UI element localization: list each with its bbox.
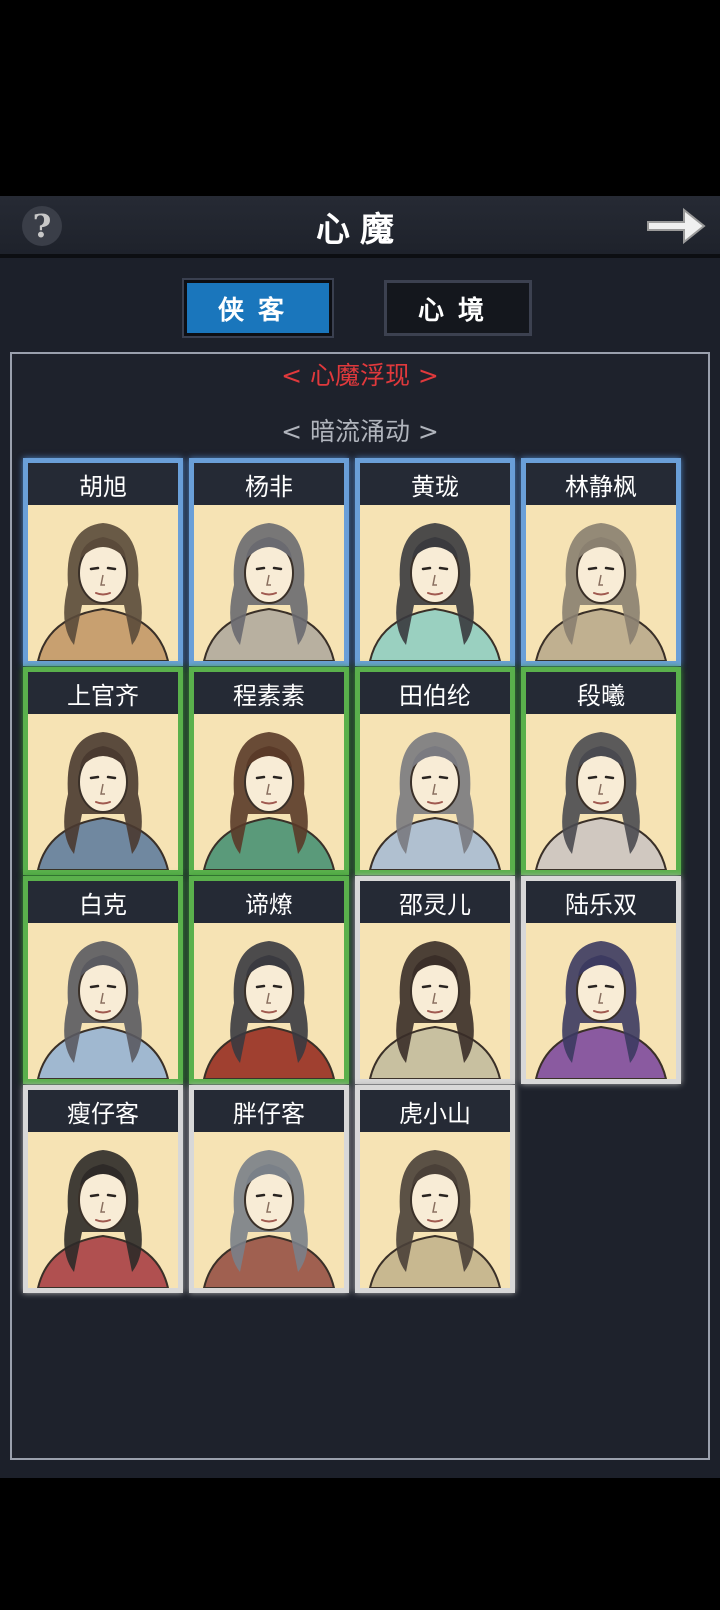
tab-mindset[interactable]: 心境 xyxy=(384,280,532,336)
character-name: 上官齐 xyxy=(28,672,178,716)
character-name: 邵灵儿 xyxy=(360,881,510,925)
character-name: 瘦仔客 xyxy=(28,1090,178,1134)
character-portrait xyxy=(28,923,178,1079)
character-portrait xyxy=(360,1132,510,1288)
character-card[interactable]: 林静枫 xyxy=(521,458,681,666)
tab-heroes[interactable]: 侠客 xyxy=(184,280,332,336)
character-name: 段曦 xyxy=(526,672,676,716)
character-card[interactable]: 胡旭 xyxy=(23,458,183,666)
character-portrait xyxy=(28,505,178,661)
character-card[interactable]: 虎小山 xyxy=(355,1085,515,1293)
character-card[interactable]: 白克 xyxy=(23,876,183,1084)
character-portrait xyxy=(194,923,344,1079)
character-portrait xyxy=(360,505,510,661)
character-card[interactable]: 陆乐双 xyxy=(521,876,681,1084)
character-name: 谛燎 xyxy=(194,881,344,925)
nav-bar-area xyxy=(0,1478,720,1610)
character-name: 虎小山 xyxy=(360,1090,510,1134)
character-name: 林静枫 xyxy=(526,463,676,507)
character-card[interactable]: 黄珑 xyxy=(355,458,515,666)
character-portrait xyxy=(526,505,676,661)
character-name: 程素素 xyxy=(194,672,344,716)
status-bar-area xyxy=(0,0,720,196)
section-header-surfaced[interactable]: < 心魔浮现 > xyxy=(0,356,720,392)
section-header-undercurrent[interactable]: < 暗流涌动 > xyxy=(0,412,720,448)
character-card[interactable]: 杨非 xyxy=(189,458,349,666)
character-portrait xyxy=(526,923,676,1079)
character-card[interactable]: 胖仔客 xyxy=(189,1085,349,1293)
character-name: 胡旭 xyxy=(28,463,178,507)
character-name: 田伯纶 xyxy=(360,672,510,716)
page-title: 心魔 xyxy=(316,210,404,250)
character-name: 胖仔客 xyxy=(194,1090,344,1134)
header-bar: ? 心魔 xyxy=(0,196,720,258)
tab-bar: 侠客 心境 xyxy=(0,280,720,338)
character-card[interactable]: 邵灵儿 xyxy=(355,876,515,1084)
character-name: 黄珑 xyxy=(360,463,510,507)
character-portrait xyxy=(28,1132,178,1288)
character-card[interactable]: 田伯纶 xyxy=(355,667,515,875)
character-name: 杨非 xyxy=(194,463,344,507)
character-portrait xyxy=(194,505,344,661)
character-card[interactable]: 上官齐 xyxy=(23,667,183,875)
character-portrait xyxy=(194,714,344,870)
character-card[interactable]: 谛燎 xyxy=(189,876,349,1084)
character-card[interactable]: 程素素 xyxy=(189,667,349,875)
character-name: 白克 xyxy=(28,881,178,925)
character-card[interactable]: 段曦 xyxy=(521,667,681,875)
character-portrait xyxy=(194,1132,344,1288)
character-name: 陆乐双 xyxy=(526,881,676,925)
character-portrait xyxy=(360,714,510,870)
forward-button[interactable] xyxy=(644,204,708,248)
arrow-right-icon xyxy=(647,207,706,245)
character-card[interactable]: 瘦仔客 xyxy=(23,1085,183,1293)
character-portrait xyxy=(360,923,510,1079)
character-portrait xyxy=(526,714,676,870)
character-portrait xyxy=(28,714,178,870)
